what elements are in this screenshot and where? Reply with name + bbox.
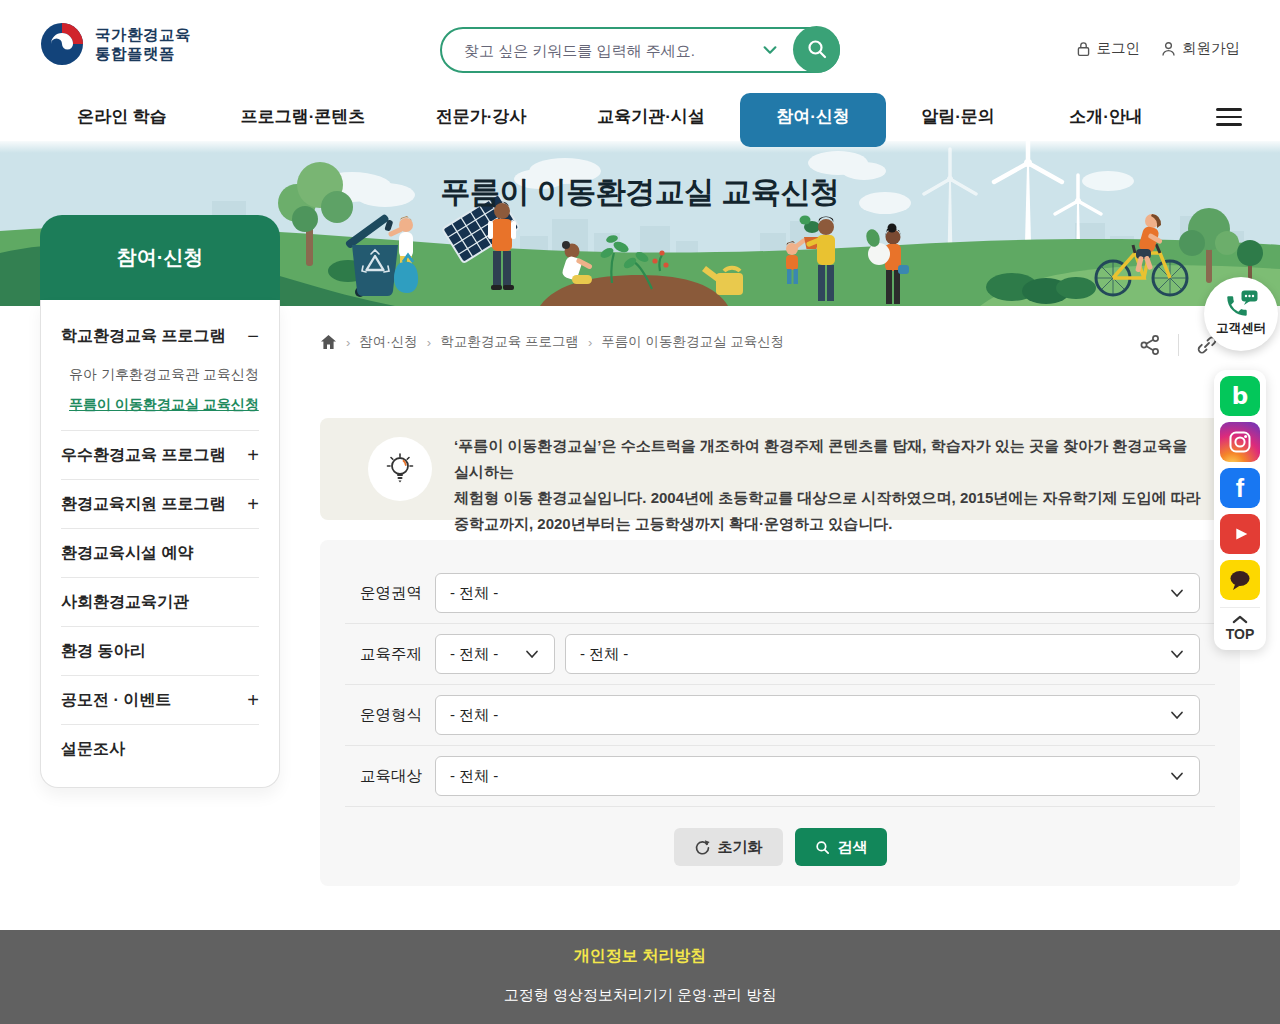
nav-expert-instructor[interactable]: 전문가·강사 xyxy=(436,92,527,141)
sidebar-item-support-programs[interactable]: 환경교육지원 프로그램 + xyxy=(61,480,259,528)
chevron-down-icon xyxy=(1169,768,1185,784)
user-links: 로그인 회원가입 xyxy=(1075,39,1241,58)
search-filter-panel: 운영권역 - 전체 - 교육주제 - 전체 - - 전체 - 운영형식 - 전체… xyxy=(320,540,1240,886)
breadcrumb-current-page[interactable]: 푸름이 이동환경교실 교육신청 xyxy=(601,333,784,351)
filter-label-format: 운영형식 xyxy=(360,705,435,726)
chat-bubble-icon xyxy=(1241,290,1258,305)
sidebar-item-contest-event[interactable]: 공모전 · 이벤트 + xyxy=(61,676,259,724)
sidebar-item-survey[interactable]: 설문조사 xyxy=(61,725,259,773)
share-icon[interactable] xyxy=(1138,333,1162,357)
login-label: 로그인 xyxy=(1097,39,1141,58)
privacy-policy-link[interactable]: 개인정보 처리방침 xyxy=(0,930,1280,967)
header: 국가환경교육 통합플랫폼 로그인 회원가입 xyxy=(0,0,1280,92)
nav-institution-facility[interactable]: 교육기관·시설 xyxy=(597,92,705,141)
home-icon[interactable] xyxy=(320,334,337,350)
chevron-down-icon xyxy=(1169,707,1185,723)
facebook-icon[interactable]: f xyxy=(1220,468,1260,508)
chevron-down-icon xyxy=(524,646,540,662)
lock-icon xyxy=(1075,40,1092,58)
region-select[interactable]: - 전체 - xyxy=(435,573,1200,613)
search-scope-chevron-icon[interactable] xyxy=(761,41,779,59)
person-icon xyxy=(1160,40,1177,58)
sidebar-item-school-programs[interactable]: 학교환경교육 프로그램 − xyxy=(61,312,259,360)
signup-label: 회원가입 xyxy=(1182,39,1240,58)
signup-link[interactable]: 회원가입 xyxy=(1160,39,1240,58)
search-icon xyxy=(805,37,829,61)
login-link[interactable]: 로그인 xyxy=(1075,39,1141,58)
sidebar-subitem-kids-climate[interactable]: 유아 기후환경교육관 교육신청 xyxy=(61,360,259,390)
site-title: 국가환경교육 통합플랫폼 xyxy=(95,25,191,63)
filter-label-topic: 교육주제 xyxy=(360,644,435,665)
program-description: ‘푸름이 이동환경교실’은 수소트럭을 개조하여 환경주제 콘텐츠를 탑재, 학… xyxy=(454,433,1242,537)
divider xyxy=(1178,334,1179,356)
main-nav: 온라인 학습 프로그램·콘텐츠 전문가·강사 교육기관·시설 참여·신청 알림·… xyxy=(0,92,1280,141)
format-select[interactable]: - 전체 - xyxy=(435,695,1200,735)
sidebar-subitem-pureumi-mobile[interactable]: 푸름이 이동환경교실 교육신청 xyxy=(61,390,259,420)
search-bar xyxy=(440,27,840,73)
breadcrumb-school-programs[interactable]: 학교환경교육 프로그램 xyxy=(440,333,579,351)
page-actions xyxy=(1138,333,1219,357)
lightbulb-badge xyxy=(368,437,432,501)
expand-icon[interactable]: + xyxy=(247,689,259,712)
hamburger-menu-icon[interactable] xyxy=(1216,108,1242,126)
nav-online-learning[interactable]: 온라인 학습 xyxy=(77,92,167,141)
scroll-to-top-button[interactable]: TOP xyxy=(1220,607,1260,646)
filter-label-target: 교육대상 xyxy=(360,766,435,787)
footer: 개인정보 처리방침 고정형 영상정보처리기기 운영·관리 방침 xyxy=(0,930,1280,1024)
nav-program-contents[interactable]: 프로그램·콘텐츠 xyxy=(241,92,366,141)
site-logo[interactable]: 국가환경교육 통합플랫폼 xyxy=(40,22,191,66)
search-button[interactable] xyxy=(793,26,840,73)
breadcrumb-separator: › xyxy=(588,335,592,350)
breadcrumb-separator: › xyxy=(427,335,431,350)
filter-label-region: 운영권역 xyxy=(360,583,435,604)
youtube-icon[interactable] xyxy=(1220,514,1260,554)
breadcrumb-participation[interactable]: 참여·신청 xyxy=(359,333,418,351)
page-title: 푸름이 이동환경교실 교육신청 xyxy=(0,172,1280,213)
sidebar-item-facility-reservation[interactable]: 환경교육시설 예약 xyxy=(61,529,259,577)
refresh-icon xyxy=(694,839,711,856)
chevron-down-icon xyxy=(1169,585,1185,601)
sidebar-title: 참여·신청 xyxy=(40,215,280,300)
customer-center-label: 고객센터 xyxy=(1216,320,1266,337)
chevron-down-icon xyxy=(1169,646,1185,662)
nav-participation[interactable]: 참여·신청 xyxy=(776,92,850,141)
nav-about[interactable]: 소개·안내 xyxy=(1069,92,1143,141)
nav-notice-inquiry[interactable]: 알림·문의 xyxy=(921,92,995,141)
topic-select[interactable]: - 전체 - xyxy=(565,634,1200,674)
lightbulb-icon xyxy=(382,451,418,487)
expand-icon[interactable]: + xyxy=(247,493,259,516)
filter-search-button[interactable]: 검색 xyxy=(795,828,887,866)
kakaotalk-icon[interactable] xyxy=(1220,560,1260,600)
sidebar-item-environment-club[interactable]: 환경 동아리 xyxy=(61,627,259,675)
sidebar-item-social-institutions[interactable]: 사회환경교육기관 xyxy=(61,578,259,626)
breadcrumb: › 참여·신청 › 학교환경교육 프로그램 › 푸름이 이동환경교실 교육신청 xyxy=(320,333,784,351)
topic-category-select[interactable]: - 전체 - xyxy=(435,634,555,674)
expand-icon[interactable]: + xyxy=(247,444,259,467)
cctv-policy-link[interactable]: 고정형 영상정보처리기기 운영·관리 방침 xyxy=(0,986,1280,1005)
target-select[interactable]: - 전체 - xyxy=(435,756,1200,796)
sidebar-menu: 학교환경교육 프로그램 − 유아 기후환경교육관 교육신청 푸름이 이동환경교실… xyxy=(40,300,280,788)
naver-blog-icon[interactable]: b xyxy=(1220,376,1260,416)
instagram-icon[interactable] xyxy=(1220,422,1260,462)
breadcrumb-separator: › xyxy=(346,335,350,350)
search-input[interactable] xyxy=(442,29,761,71)
chevron-up-icon xyxy=(1232,615,1248,624)
collapse-icon[interactable]: − xyxy=(247,325,259,348)
social-links: b f TOP xyxy=(1214,370,1266,650)
government-emblem-icon xyxy=(40,22,84,66)
search-icon xyxy=(814,839,831,856)
customer-center-button[interactable]: 고객센터 xyxy=(1204,277,1278,351)
program-description-box: ‘푸름이 이동환경교실’은 수소트럭을 개조하여 환경주제 콘텐츠를 탑재, 학… xyxy=(320,418,1240,520)
sidebar-item-excellent-programs[interactable]: 우수환경교육 프로그램 + xyxy=(61,431,259,479)
reset-button[interactable]: 초기화 xyxy=(674,828,783,866)
